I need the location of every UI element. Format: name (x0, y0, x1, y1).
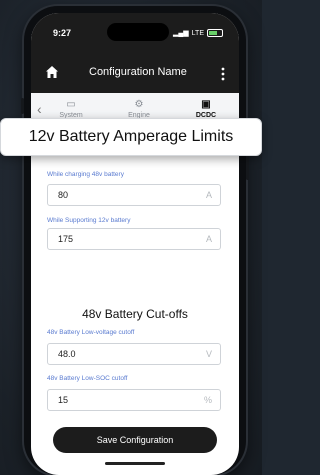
save-configuration-button[interactable]: Save Configuration (53, 427, 217, 453)
field-unit: A (205, 234, 212, 244)
dynamic-island (107, 23, 169, 41)
battery-icon: ▣ (201, 99, 211, 110)
home-indicator (105, 462, 165, 465)
field-unit: % (203, 395, 212, 405)
monitor-icon: ▭ (66, 99, 76, 110)
low-soc-cutoff-input[interactable]: 15 % (47, 389, 221, 411)
field-value: 175 (58, 234, 74, 244)
more-options-icon[interactable] (221, 67, 225, 81)
home-icon[interactable] (45, 65, 59, 79)
chevron-left-icon[interactable]: ‹ (37, 101, 42, 117)
engine-icon: ⚙ (134, 99, 144, 110)
app-screen: 9:27 ▂▄▆ LTE Configuration Name ‹ ▭ Syst… (31, 13, 239, 475)
charging-48v-label: While charging 48v battery (47, 171, 124, 178)
field-value: 80 (58, 190, 69, 200)
mute-switch (21, 98, 24, 114)
low-soc-cutoff-label: 48v Battery Low-SOC cutoff (47, 375, 128, 382)
field-unit: V (205, 349, 212, 359)
low-voltage-cutoff-label: 48v Battery Low-voltage cutoff (47, 329, 135, 336)
low-voltage-cutoff-input[interactable]: 48.0 V (47, 343, 221, 365)
battery-icon (207, 29, 223, 37)
charging-48v-input[interactable]: 80 A (47, 184, 221, 206)
cutoffs-section-title: 48v Battery Cut-offs (82, 307, 188, 321)
phone-frame: 9:27 ▂▄▆ LTE Configuration Name ‹ ▭ Syst… (21, 6, 249, 475)
tab-system[interactable]: ▭ System (46, 99, 96, 119)
status-time: 9:27 (53, 28, 72, 38)
status-bar: 9:27 ▂▄▆ LTE (31, 13, 239, 53)
signal-icon: ▂▄▆ (172, 30, 189, 37)
network-label: LTE (191, 29, 204, 37)
section-heading-callout: 12v Battery Amperage Limits (0, 118, 262, 156)
field-value: 15 (58, 395, 69, 405)
tab-dcdc[interactable]: ▣ DCDC (181, 99, 231, 119)
field-unit: A (205, 190, 212, 200)
tab-engine[interactable]: ⚙ Engine (114, 99, 164, 119)
supporting-12v-input[interactable]: 175 A (47, 228, 221, 250)
page-title: Configuration Name (89, 66, 187, 78)
field-value: 48.0 (58, 349, 76, 359)
app-bar: Configuration Name (31, 53, 239, 93)
supporting-12v-label: While Supporting 12v battery (47, 217, 131, 224)
status-icons: ▂▄▆ LTE (173, 29, 223, 37)
